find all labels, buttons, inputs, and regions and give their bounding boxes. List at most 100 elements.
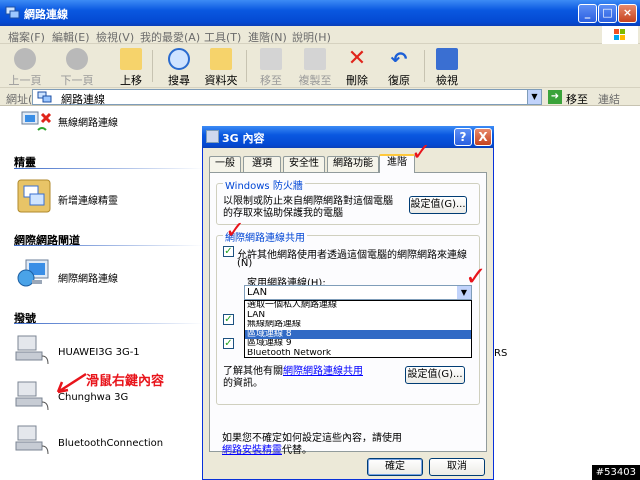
dialup-item-label[interactable]: BluetoothConnection [58, 438, 163, 449]
dropdown-option[interactable]: LAN [245, 311, 471, 321]
dropdown-option-selected[interactable]: 區域連線 8 [245, 329, 471, 339]
tab-security[interactable]: 安全性 [283, 156, 325, 172]
allow-sharing-line1: 允許其他網路使用者透過這個電腦的網際網路來連線 [237, 250, 467, 261]
red-checkmark: ✓ [225, 216, 246, 244]
combo-value: LAN [247, 287, 268, 298]
maximize-button[interactable]: □ [598, 4, 617, 23]
group-divider [14, 323, 204, 324]
new-connection-wizard-icon[interactable] [16, 178, 52, 214]
copy-to-button[interactable]: 複製至 [292, 48, 338, 88]
annotation-arrow-icon [56, 372, 87, 394]
dropdown-option[interactable]: 區域連線 9 [245, 339, 471, 349]
menu-advanced[interactable]: 進階(N) [248, 29, 287, 45]
up-folder-icon [120, 48, 142, 70]
internet-connection-icon[interactable] [16, 256, 56, 290]
undo-icon: ↶ [390, 47, 408, 71]
views-button[interactable]: 檢視 [424, 48, 470, 88]
menu-tools[interactable]: 工具(T) [204, 29, 241, 45]
delete-button[interactable]: ✕ 刪除 [334, 48, 380, 88]
views-icon [436, 48, 458, 70]
help-text-line2: 網路安裝精靈代替。 [222, 441, 312, 456]
wireless-connection-label[interactable]: 無線網路連線 [58, 114, 118, 129]
network-connections-icon [5, 6, 20, 19]
tab-advanced[interactable]: 進階 [379, 154, 415, 173]
menu-edit[interactable]: 編輯(E) [52, 29, 90, 45]
folders-button[interactable]: 資料夾 [198, 48, 244, 88]
menu-file[interactable]: 檔案(F) [8, 29, 45, 45]
window-titlebar: 網路連線 _ □ × [0, 0, 640, 26]
wireless-connection-icon[interactable] [18, 108, 58, 138]
help-button[interactable]: ? [454, 128, 472, 146]
ics-settings-button[interactable]: 設定值(G)... [405, 366, 465, 384]
group-divider [14, 168, 204, 169]
advanced-tab-panel: Windows 防火牆 以限制或防止來自網際網路對這個電腦 的存取來協助保護我的… [209, 172, 487, 456]
allow-sharing-checkbox[interactable]: ✓ [223, 246, 234, 257]
group-divider [14, 245, 204, 246]
delete-x-icon: ✕ [347, 46, 367, 71]
move-to-button[interactable]: 移至 [248, 48, 294, 88]
back-button[interactable]: 上一頁 [2, 48, 48, 88]
folders-icon [210, 48, 232, 70]
learn-more-suffix: 的資訊。 [223, 378, 263, 389]
tab-general[interactable]: 一般 [209, 156, 241, 172]
tab-options[interactable]: 選項 [243, 156, 281, 172]
address-dropdown-icon[interactable]: ▼ [527, 90, 541, 104]
forward-button[interactable]: 下一頁 [54, 48, 100, 88]
go-arrow-icon[interactable]: ➜ [548, 90, 562, 104]
ics-checkbox-2[interactable]: ✓ [223, 314, 234, 325]
ics-help-link[interactable]: 網際網路連線共用 [283, 366, 363, 377]
minimize-button[interactable]: _ [578, 4, 597, 23]
dropdown-option[interactable]: 選取一個私人網路連線 [245, 301, 471, 311]
close-button[interactable]: × [618, 4, 637, 23]
links-button[interactable]: 連結 [598, 91, 620, 107]
dialup-modem-icon[interactable] [14, 424, 52, 458]
firewall-settings-button[interactable]: 設定值(G)... [409, 196, 467, 214]
firewall-legend: Windows 防火牆 [223, 177, 305, 192]
address-field[interactable]: 網路連線 ▼ [32, 89, 542, 106]
ok-button[interactable]: 確定 [367, 458, 423, 476]
dialog-title-icon [206, 130, 219, 143]
dropdown-option[interactable]: Bluetooth Network [245, 349, 471, 359]
dropdown-option[interactable]: 無線網路連線 [245, 320, 471, 330]
menu-bar: 檔案(F) 編輯(E) 檢視(V) 我的最愛(A) 工具(T) 進階(N) 說明… [0, 26, 640, 44]
search-button[interactable]: 搜尋 [156, 48, 202, 88]
ics-checkbox-3[interactable]: ✓ [223, 338, 234, 349]
partial-item-label: RS [494, 348, 508, 359]
forward-arrow-icon [66, 48, 88, 70]
address-bar: 網址(D) 網路連線 ▼ ➜ 移至 連結 [0, 88, 640, 106]
home-network-combo[interactable]: LAN ▼ [244, 285, 472, 300]
windows-logo [602, 26, 638, 44]
dialup-modem-icon[interactable] [14, 380, 52, 414]
back-arrow-icon [14, 48, 36, 70]
red-checkmark: ✓ [465, 262, 487, 292]
menu-favorites[interactable]: 我的最愛(A) [140, 29, 200, 45]
tab-networking[interactable]: 網路功能 [327, 156, 379, 172]
menu-view[interactable]: 檢視(V) [96, 29, 134, 45]
firewall-groupbox: Windows 防火牆 以限制或防止來自網際網路對這個電腦 的存取來協助保護我的… [216, 177, 480, 225]
search-icon [168, 48, 190, 70]
toolbar: 上一頁 下一頁 上移 搜尋 資料夾 移至 複製至 ✕ 刪除 ↶ 復原 檢視 [0, 44, 640, 88]
menu-help[interactable]: 說明(H) [292, 29, 331, 45]
up-button[interactable]: 上移 [108, 48, 154, 88]
help-text-suffix: 代替。 [282, 445, 312, 456]
dialup-modem-icon[interactable] [14, 334, 52, 368]
internet-connection-label[interactable]: 網際網路連線 [58, 270, 118, 285]
toolbar-separator [152, 50, 153, 82]
dialog-title: 3G 內容 [222, 132, 265, 145]
network-setup-wizard-link[interactable]: 網路安裝精靈 [222, 445, 282, 456]
properties-dialog: 3G 內容 ? X 一般 選項 安全性 網路功能 進階 ✓ Windows 防火… [202, 126, 494, 480]
toolbar-separator [246, 50, 247, 82]
dialog-titlebar: 3G 內容 ? X [202, 126, 494, 148]
window-title: 網路連線 [24, 8, 68, 21]
undo-button[interactable]: ↶ 復原 [376, 48, 422, 88]
image-id-stamp: #53403 [591, 465, 640, 480]
cancel-button[interactable]: 取消 [429, 458, 485, 476]
new-connection-wizard-label[interactable]: 新增連線精靈 [58, 192, 118, 207]
allow-sharing-line2: (N) [237, 258, 253, 269]
annotation-text: 滑鼠右鍵內容 [86, 374, 165, 389]
copy-to-icon [304, 48, 326, 70]
go-button[interactable]: 移至 [566, 91, 588, 107]
dialog-close-button[interactable]: X [474, 128, 492, 146]
home-network-dropdown-list: 選取一個私人網路連線 LAN 無線網路連線 區域連線 8 區域連線 9 Blue… [244, 300, 472, 358]
dialup-item-label[interactable]: HUAWEI3G 3G-1 [58, 347, 140, 358]
